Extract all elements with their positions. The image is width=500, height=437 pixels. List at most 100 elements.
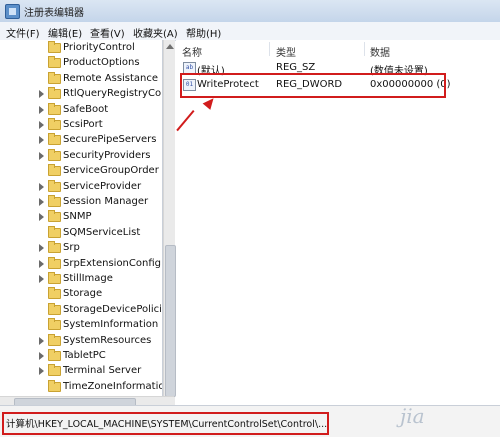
folder-icon (48, 102, 61, 115)
title-bar: 注册表编辑器 (0, 0, 500, 23)
tree-item[interactable]: ServiceGroupOrder (0, 164, 162, 179)
expand-arrow-icon[interactable] (39, 213, 44, 222)
tree-item[interactable]: Storage (0, 287, 162, 302)
tree-item[interactable]: PriorityControl (0, 41, 162, 56)
expand-arrow-icon[interactable] (39, 198, 44, 206)
tree-item[interactable]: TimeZoneInformation (0, 379, 163, 395)
tree-item-label: Session Manager (63, 196, 149, 207)
folder-icon (48, 118, 61, 130)
tree-item-label: SrpExtensionConfig (63, 257, 161, 269)
tree-item-label: Terminal Server (63, 365, 142, 377)
expand-arrow-icon[interactable] (39, 121, 44, 129)
tree-item[interactable]: SystemResources (0, 333, 162, 349)
tree-item-label: RtlQueryRegistryConf (63, 88, 163, 100)
menu-edit[interactable]: 编辑(E) (48, 25, 82, 40)
expand-arrow-icon[interactable] (39, 367, 44, 376)
watermark-logo: jia (400, 404, 425, 428)
folder-icon (48, 71, 61, 84)
registry-editor-icon (5, 4, 20, 19)
menu-bar: 文件(F) 编辑(E) 查看(V) 收藏夹(A) 帮助(H) (0, 22, 500, 41)
folder-icon (48, 210, 61, 223)
folder-icon (48, 148, 61, 161)
expand-arrow-icon[interactable] (39, 352, 44, 360)
folder-icon (48, 195, 61, 207)
folder-icon (48, 349, 61, 361)
tree-item-label: ScsiPort (63, 119, 103, 130)
tree-item[interactable]: Remote Assistance (0, 71, 162, 87)
tree-item[interactable]: Srp (0, 241, 162, 256)
tree-item[interactable]: SafeBoot (0, 102, 162, 118)
tree-vertical-scrollbar[interactable] (163, 40, 176, 405)
tree-item[interactable]: ServiceProvider (0, 179, 162, 195)
tree-item-label: TimeZoneInformation (63, 380, 163, 392)
tree-item-label: SecurePipeServers (63, 134, 157, 146)
folder-icon (48, 41, 61, 53)
tree-item-label: StorageDevicePolicies (63, 303, 163, 315)
tree-item[interactable]: ScsiPort (0, 118, 162, 133)
tree-item-label: Storage (63, 288, 103, 300)
folder-icon (48, 241, 61, 254)
column-separator[interactable] (364, 42, 365, 56)
tree-item[interactable]: SystemInformation (0, 318, 162, 333)
annotation-status-box (2, 412, 329, 435)
folder-icon (48, 379, 61, 392)
folder-icon (48, 333, 61, 346)
folder-icon (48, 133, 61, 146)
folder-icon (48, 364, 61, 377)
tree-item[interactable]: Terminal Server (0, 364, 162, 379)
menu-file[interactable]: 文件(F) (6, 25, 40, 40)
tree-item[interactable]: TabletPC (0, 349, 162, 364)
folder-icon (48, 287, 61, 300)
tree-item-label: ServiceProvider (63, 180, 142, 192)
tree-item[interactable]: SQMServiceList (0, 225, 162, 241)
expand-arrow-icon[interactable] (39, 244, 44, 253)
tree-item[interactable]: ProductOptions (0, 56, 162, 71)
folder-icon (48, 302, 61, 315)
tree-item-label: Srp (63, 242, 80, 254)
tree-item-label: SecurityProviders (63, 149, 151, 161)
menu-favorites[interactable]: 收藏夹(A) (133, 25, 178, 40)
expand-arrow-icon[interactable] (39, 182, 44, 191)
folder-icon (48, 272, 61, 284)
folder-icon (48, 179, 61, 192)
tree-item[interactable]: SecurityProviders (0, 148, 162, 164)
expand-arrow-icon[interactable] (39, 275, 44, 283)
column-header-data[interactable]: 数据 (370, 44, 390, 59)
menu-help[interactable]: 帮助(H) (186, 25, 221, 40)
menu-view[interactable]: 查看(V) (90, 25, 125, 40)
tree-item[interactable]: SNMP (0, 210, 162, 225)
tree-item-label: SNMP (63, 211, 92, 223)
tree-scroll-thumb[interactable] (165, 245, 176, 397)
tree-item[interactable]: StillImage (0, 272, 162, 287)
tree-item[interactable]: Session Manager (0, 195, 162, 210)
column-header-name[interactable]: 名称 (182, 44, 202, 59)
annotation-highlight-box (180, 73, 446, 98)
column-header-type[interactable]: 类型 (276, 44, 296, 59)
tree-item-label: StillImage (63, 273, 113, 284)
tree-item-label: SystemResources (63, 334, 152, 346)
folder-icon (48, 56, 61, 69)
scroll-up-arrow-icon[interactable] (166, 44, 174, 49)
tree-item[interactable]: SecurePipeServers (0, 133, 162, 148)
tree-item-label: ServiceGroupOrder (63, 165, 159, 177)
expand-arrow-icon[interactable] (39, 259, 44, 268)
folder-icon (48, 256, 61, 269)
folder-icon (48, 164, 61, 177)
expand-arrow-icon[interactable] (39, 105, 44, 114)
column-separator[interactable] (269, 42, 270, 56)
value-type: REG_SZ (276, 62, 316, 73)
tree-item[interactable]: StorageDevicePolicies (0, 302, 163, 318)
expand-arrow-icon[interactable] (39, 90, 44, 99)
registry-key-tree[interactable]: PriorityControl ProductOptions Remote Assi… (0, 40, 163, 405)
expand-arrow-icon[interactable] (39, 336, 44, 345)
folder-icon (48, 225, 61, 238)
tree-item-label: TabletPC (63, 350, 106, 361)
expand-arrow-icon[interactable] (39, 136, 44, 145)
tree-item-label: SQMServiceList (63, 226, 141, 238)
tree-item[interactable]: SrpExtensionConfig (0, 256, 162, 272)
tree-item-label: PriorityControl (63, 42, 135, 53)
folder-icon (48, 318, 61, 331)
tree-item[interactable]: RtlQueryRegistryConf (0, 87, 162, 102)
tree-item-label: SystemInformation (63, 319, 159, 331)
expand-arrow-icon[interactable] (39, 151, 44, 160)
